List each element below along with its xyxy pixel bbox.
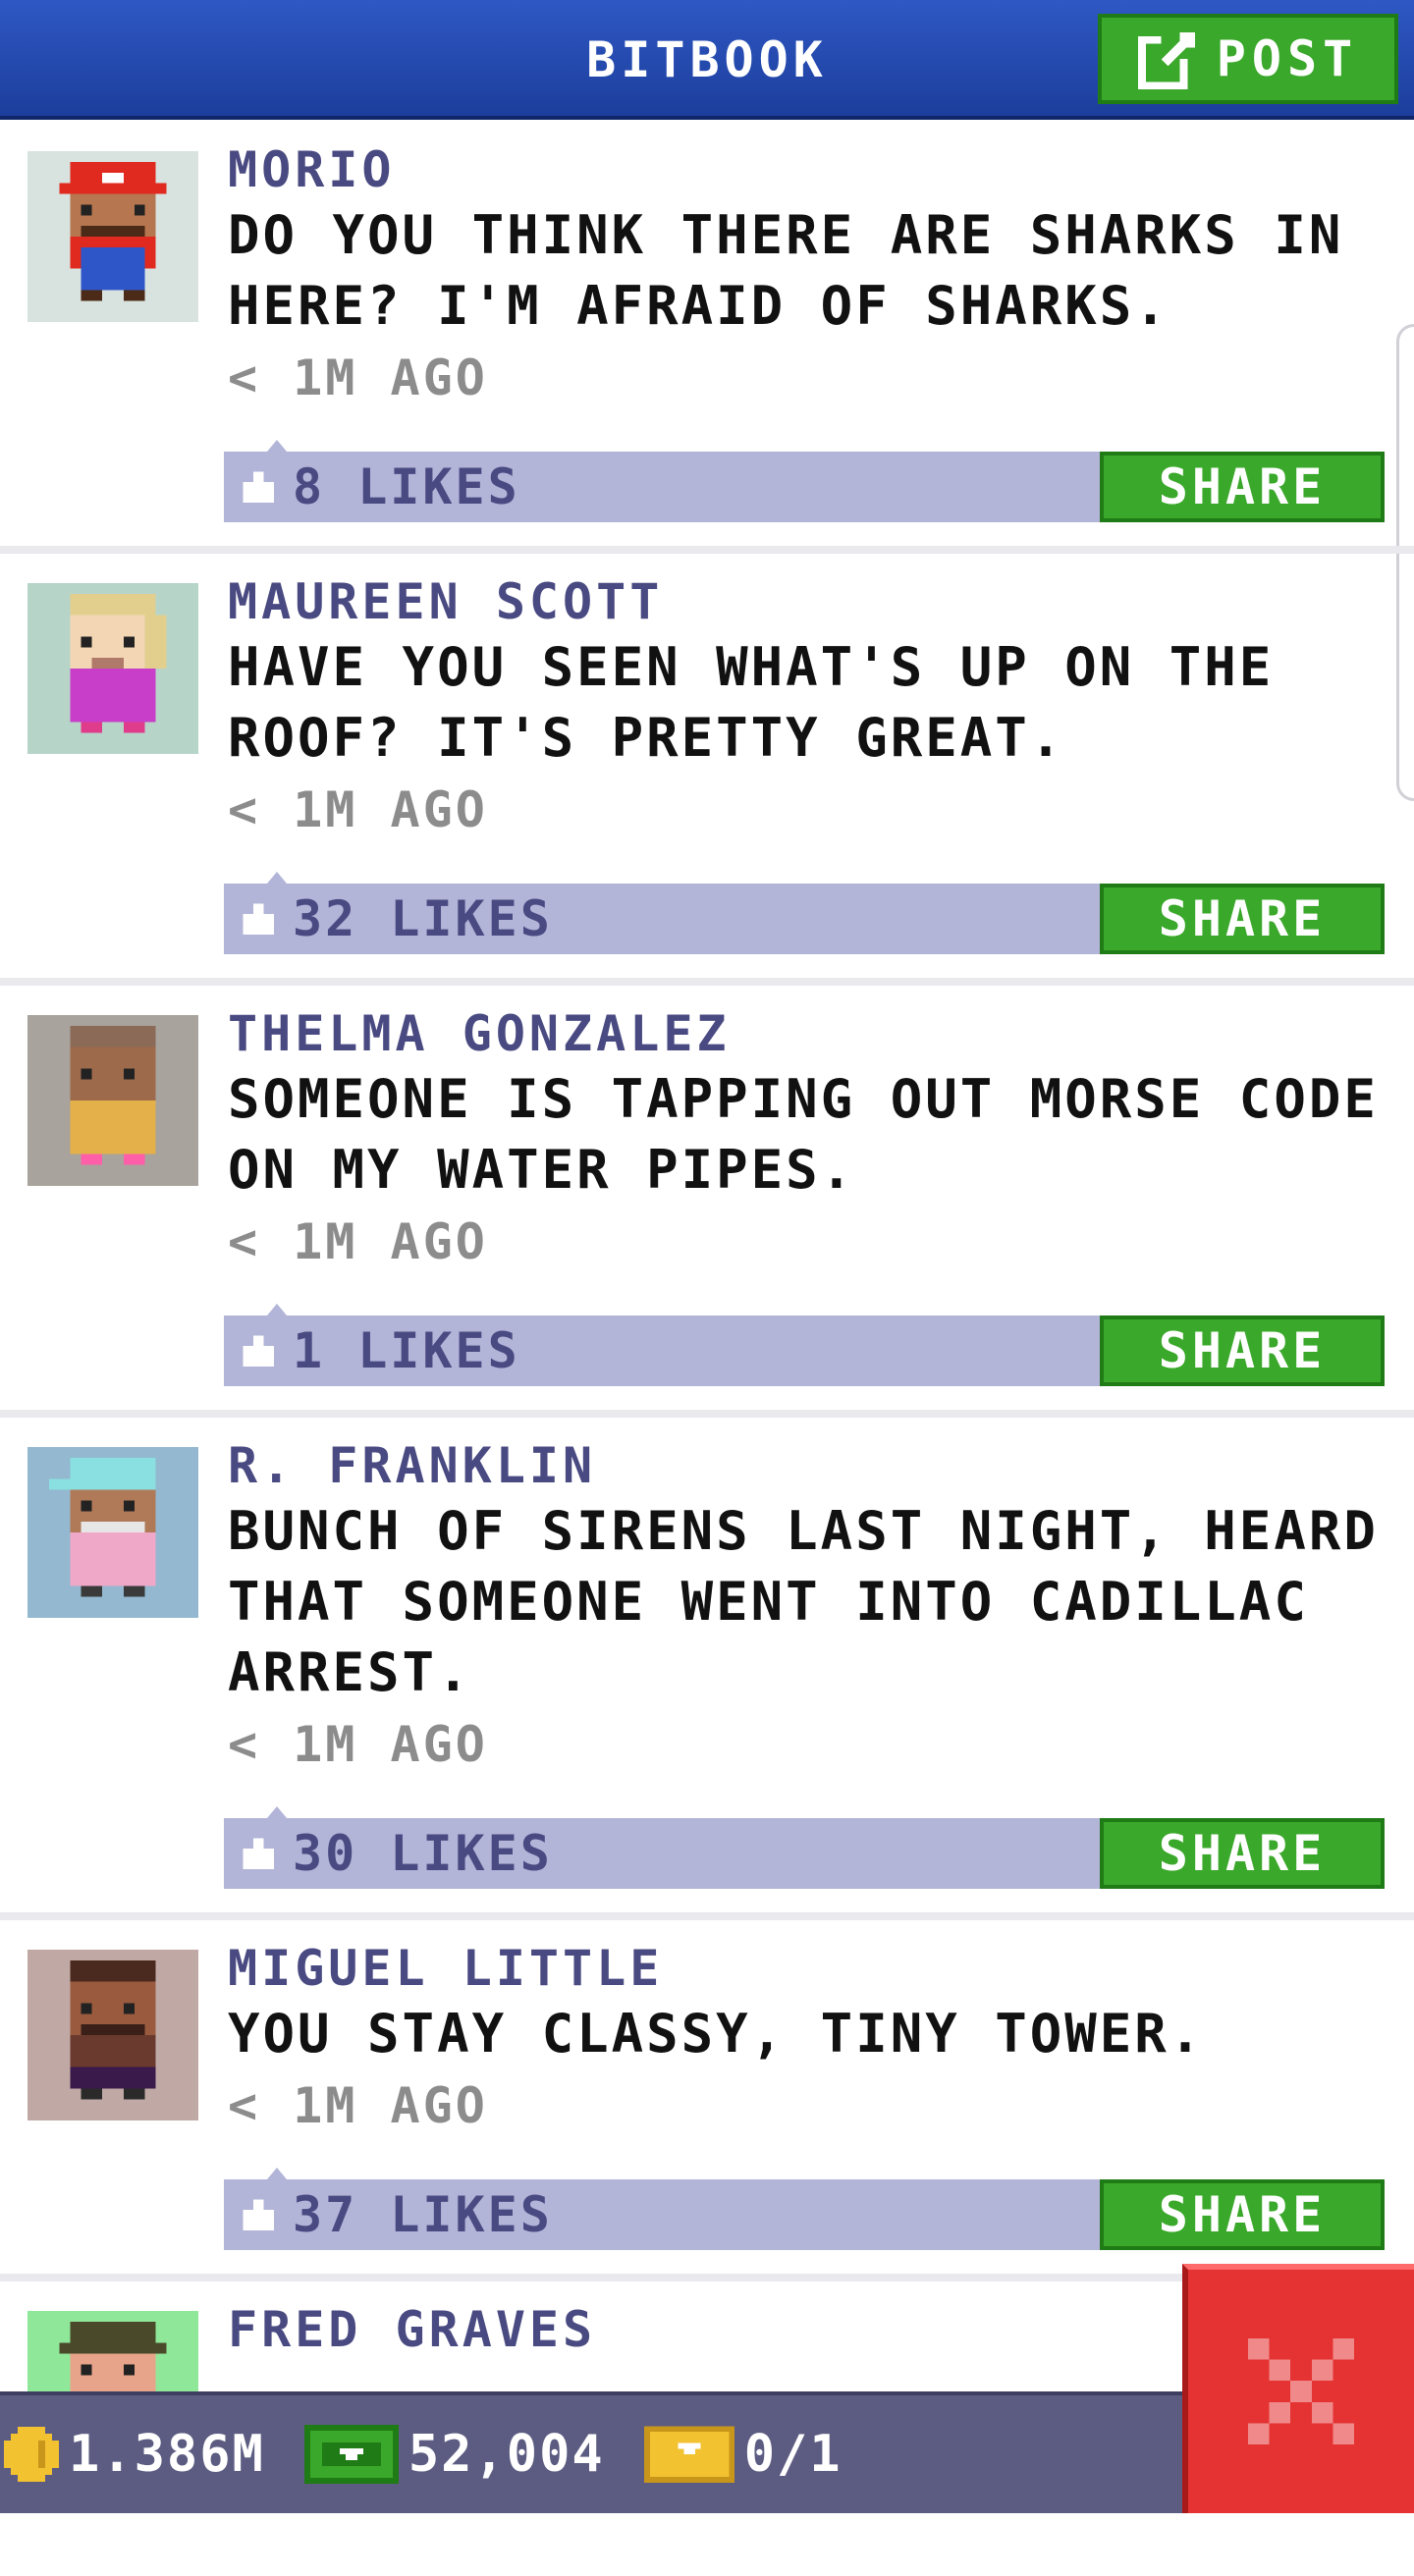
like-button[interactable]: 8 LIKES bbox=[238, 452, 520, 522]
like-count: 32 LIKES bbox=[293, 890, 553, 947]
like-count: 30 LIKES bbox=[293, 1825, 553, 1882]
like-button[interactable]: 32 LIKES bbox=[238, 884, 553, 954]
like-bar-notch bbox=[267, 1304, 287, 1315]
like-icon bbox=[243, 1838, 274, 1869]
author-name[interactable]: THELMA GONZALEZ bbox=[228, 1003, 1385, 1064]
post-time: < 1M AGO bbox=[228, 2077, 488, 2134]
avatar[interactable] bbox=[27, 583, 198, 754]
post-text: BUNCH OF SIRENS LAST NIGHT, HEARD THAT S… bbox=[228, 1500, 1379, 1703]
feed-post: R. FRANKLIN BUNCH OF SIRENS LAST NIGHT, … bbox=[0, 1418, 1414, 1920]
close-icon bbox=[1247, 2337, 1355, 2445]
like-bar-notch bbox=[267, 1806, 287, 1818]
feed-post: THELMA GONZALEZ SOMEONE IS TAPPING OUT M… bbox=[0, 986, 1414, 1418]
feed-post: MIGUEL LITTLE YOU STAY CLASSY, TINY TOWE… bbox=[0, 1920, 1414, 2281]
coin-icon bbox=[4, 2427, 59, 2482]
post-time: < 1M AGO bbox=[228, 1716, 488, 1773]
share-button[interactable]: SHARE bbox=[1100, 884, 1385, 954]
post-actions: 30 LIKES SHARE bbox=[224, 1806, 1385, 1889]
author-name[interactable]: MAUREEN SCOTT bbox=[228, 571, 1385, 632]
close-button[interactable] bbox=[1182, 2264, 1414, 2513]
post-text: SOMEONE IS TAPPING OUT MORSE CODE ON MY … bbox=[228, 1068, 1379, 1201]
like-count: 1 LIKES bbox=[293, 1322, 520, 1379]
like-bar-notch bbox=[267, 2168, 287, 2179]
post-text: HAVE YOU SEEN WHAT'S UP ON THE ROOF? IT'… bbox=[228, 636, 1275, 769]
coins-value: 1.386M bbox=[69, 2425, 265, 2484]
feed-list[interactable]: MORIO DO YOU THINK THERE ARE SHARKS IN H… bbox=[0, 122, 1414, 2576]
avatar[interactable] bbox=[27, 1447, 198, 1618]
post-actions: 32 LIKES SHARE bbox=[224, 872, 1385, 954]
bux-icon bbox=[303, 2425, 399, 2484]
like-button[interactable]: 30 LIKES bbox=[238, 1818, 553, 1889]
ticket-icon bbox=[643, 2426, 734, 2483]
like-bar-notch bbox=[267, 872, 287, 884]
like-count: 37 LIKES bbox=[293, 2186, 553, 2243]
feed-post: MAUREEN SCOTT HAVE YOU SEEN WHAT'S UP ON… bbox=[0, 554, 1414, 986]
post-body: MORIO DO YOU THINK THERE ARE SHARKS IN H… bbox=[228, 139, 1385, 414]
avatar[interactable] bbox=[27, 1015, 198, 1186]
share-button[interactable]: SHARE bbox=[1100, 452, 1385, 522]
post-text: DO YOU THINK THERE ARE SHARKS IN HERE? I… bbox=[228, 204, 1344, 337]
avatar[interactable] bbox=[27, 151, 198, 322]
app-header: BITBOOK POST bbox=[0, 0, 1414, 120]
post-actions: 8 LIKES SHARE bbox=[224, 440, 1385, 522]
like-button[interactable]: 37 LIKES bbox=[238, 2179, 553, 2250]
post-body: R. FRANKLIN BUNCH OF SIRENS LAST NIGHT, … bbox=[228, 1435, 1385, 1781]
bux-value: 52,004 bbox=[408, 2425, 605, 2484]
avatar[interactable] bbox=[27, 1950, 198, 2120]
post-time: < 1M AGO bbox=[228, 1213, 488, 1270]
compose-icon bbox=[1137, 31, 1195, 89]
tickets-stat: 0/1 bbox=[643, 2425, 843, 2484]
like-icon bbox=[243, 903, 274, 935]
share-button[interactable]: SHARE bbox=[1100, 2179, 1385, 2250]
post-button[interactable]: POST bbox=[1098, 14, 1398, 104]
post-actions: 37 LIKES SHARE bbox=[224, 2168, 1385, 2250]
like-button[interactable]: 1 LIKES bbox=[238, 1315, 520, 1386]
post-body: THELMA GONZALEZ SOMEONE IS TAPPING OUT M… bbox=[228, 1003, 1385, 1278]
feed-post: MORIO DO YOU THINK THERE ARE SHARKS IN H… bbox=[0, 122, 1414, 554]
post-text: YOU STAY CLASSY, TINY TOWER. bbox=[228, 2003, 1205, 2065]
author-name[interactable]: MORIO bbox=[228, 139, 1385, 200]
like-icon bbox=[243, 471, 274, 503]
share-button[interactable]: SHARE bbox=[1100, 1315, 1385, 1386]
post-actions: 1 LIKES SHARE bbox=[224, 1304, 1385, 1386]
like-icon bbox=[243, 2199, 274, 2230]
like-count: 8 LIKES bbox=[293, 458, 520, 515]
tickets-value: 0/1 bbox=[743, 2425, 843, 2484]
author-name[interactable]: R. FRANKLIN bbox=[228, 1435, 1385, 1496]
post-time: < 1M AGO bbox=[228, 781, 488, 838]
author-name[interactable]: MIGUEL LITTLE bbox=[228, 1938, 1385, 1999]
post-button-label: POST bbox=[1216, 30, 1359, 87]
share-button[interactable]: SHARE bbox=[1100, 1818, 1385, 1889]
like-bar-notch bbox=[267, 440, 287, 452]
post-time: < 1M AGO bbox=[228, 349, 488, 406]
bux-stat: 52,004 bbox=[303, 2425, 605, 2484]
like-icon bbox=[243, 1335, 274, 1367]
coins-stat: 1.386M bbox=[4, 2425, 265, 2484]
post-body: MIGUEL LITTLE YOU STAY CLASSY, TINY TOWE… bbox=[228, 1938, 1385, 2142]
post-body: MAUREEN SCOTT HAVE YOU SEEN WHAT'S UP ON… bbox=[228, 571, 1385, 846]
